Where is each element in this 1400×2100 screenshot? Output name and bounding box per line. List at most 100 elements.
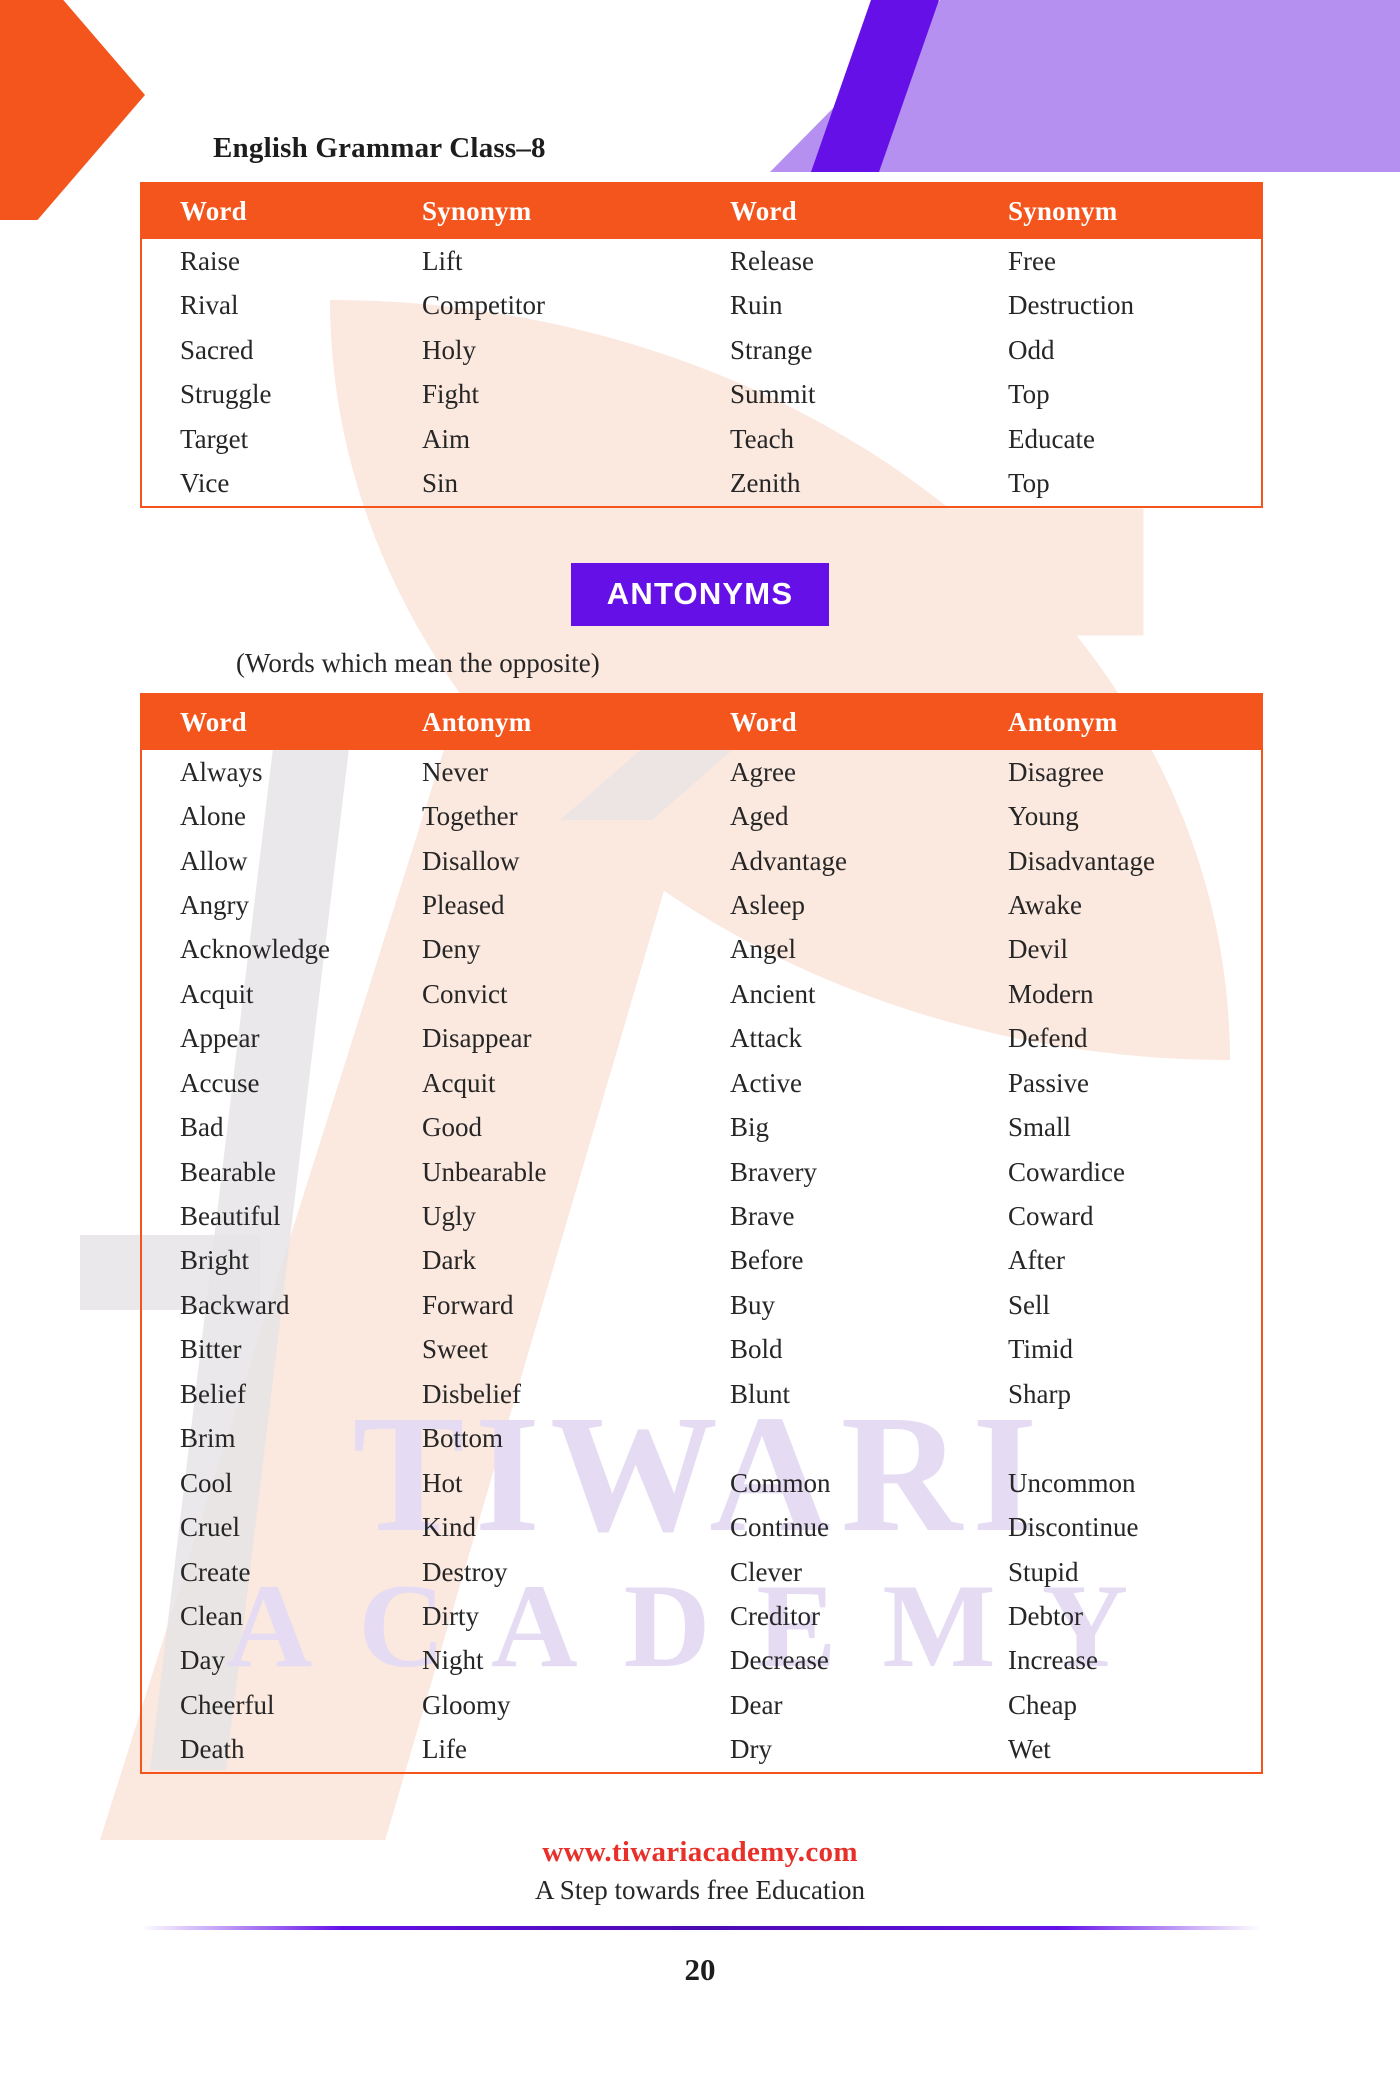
table-row-cell: Ruin (730, 290, 783, 321)
table-row: Target Aim Teach Educate (141, 417, 1262, 461)
antonyms-col-word-1: Word (141, 693, 384, 750)
table-row: Always Never Agree Disagree (141, 750, 1262, 794)
table-row: Vice Sin Zenith Top (141, 461, 1262, 506)
table-row-cell: After (1008, 1245, 1065, 1276)
table-row-cell: Dry (730, 1734, 772, 1765)
table-row-cell: Good (422, 1112, 482, 1143)
table-row-cell: Bravery (730, 1156, 817, 1187)
table-row-cell: Backward (180, 1289, 290, 1320)
antonyms-table-head: Word Antonym Word Antonym (141, 693, 1262, 750)
table-row-cell: Young (1008, 801, 1079, 832)
synonyms-header-row: Word Synonym Word Synonym (141, 183, 1262, 239)
antonyms-col-word-2: Word (692, 693, 970, 750)
table-row-cell: Before (730, 1245, 804, 1276)
table-row-cell: Lift (422, 246, 463, 276)
table-row-cell: Appear (180, 1023, 260, 1054)
table-row-cell: Hot (422, 1467, 463, 1498)
table-row: Acquit Convict Ancient Modern (141, 972, 1262, 1016)
table-row-cell: Ugly (422, 1201, 476, 1231)
table-row: Clean Dirty Creditor Debtor (141, 1594, 1262, 1638)
table-row-cell: Debtor (1008, 1600, 1083, 1631)
synonyms-col-word-2: Word (692, 183, 970, 239)
table-row: Day Night Decrease Increase (141, 1638, 1262, 1682)
table-row-cell: Defend (1008, 1023, 1088, 1054)
table-row-cell: Cheap (1008, 1689, 1077, 1720)
table-row-cell: Teach (730, 423, 795, 454)
table-row-cell: Bold (730, 1334, 783, 1365)
table-row-cell: Cruel (180, 1512, 240, 1543)
table-row-cell: Aged (730, 801, 789, 832)
footer-divider (140, 1925, 1261, 1930)
table-row: Rival Competitor Ruin Destruction (141, 283, 1262, 327)
table-row-cell: Bitter (180, 1334, 242, 1365)
table-row-cell: Gloomy (422, 1689, 511, 1720)
table-row-cell: Together (422, 801, 518, 832)
table-row-cell: Devil (1008, 934, 1068, 965)
table-row-cell: Unbearable (422, 1156, 547, 1187)
antonyms-table-body: Always Never Agree Disagree Alone Together Age… (141, 750, 1262, 1773)
antonyms-banner: ANTONYMS (570, 562, 830, 626)
table-row-cell: Sacred (180, 334, 254, 365)
table-row-cell: Decrease (730, 1645, 829, 1676)
table-row-cell: Big (730, 1112, 770, 1143)
table-row-cell: Wet (1008, 1734, 1051, 1765)
table-row: Appear Disappear Attack Defend (141, 1016, 1262, 1060)
table-row-cell: Never (422, 756, 488, 787)
table-row: Cheerful Gloomy Dear Cheap (141, 1683, 1262, 1727)
table-row-cell: Brim (180, 1423, 236, 1454)
table-row: Bearable Unbearable Bravery Cowardice (141, 1150, 1262, 1194)
table-row: Backward Forward Buy Sell (141, 1283, 1262, 1327)
table-row-cell: Competitor (422, 290, 545, 321)
table-row: Bitter Sweet Bold Timid (141, 1327, 1262, 1371)
table-row-cell: Holy (422, 334, 476, 365)
table-row-cell: Creditor (730, 1600, 820, 1631)
table-row-cell: Beautiful (180, 1201, 281, 1231)
table-row-cell: Strange (730, 334, 813, 365)
table-row: Sacred Holy Strange Odd (141, 328, 1262, 372)
table-row-cell (970, 1416, 1262, 1460)
synonyms-col-synonym-2: Synonym (970, 183, 1262, 239)
table-row-cell: Angel (730, 934, 796, 965)
page-body: Word Synonym Word Synonym Raise Lift Relea… (0, 182, 1400, 1988)
table-row-cell: Acquit (422, 1067, 496, 1098)
table-row-cell: Clean (180, 1600, 243, 1631)
table-row-cell: Top (1008, 379, 1050, 410)
table-row-cell: Coward (1008, 1201, 1094, 1231)
table-row-cell: Agree (730, 756, 796, 787)
page-title: English Grammar Class–8 (213, 132, 546, 164)
table-row: Bright Dark Before After (141, 1238, 1262, 1282)
table-row-cell: Always (180, 756, 263, 787)
table-row-cell: Dark (422, 1245, 476, 1276)
table-row-cell: Bearable (180, 1156, 276, 1187)
table-row-cell: Convict (422, 978, 508, 1009)
table-row-cell: Sell (1008, 1289, 1051, 1320)
table-row-cell: Struggle (180, 379, 272, 410)
page-footer: www.tiwariacademy.com A Step towards fre… (140, 1836, 1260, 1906)
table-row-cell: Allow (180, 845, 248, 876)
table-row: Death Life Dry Wet (141, 1727, 1262, 1772)
footer-website-link[interactable]: www.tiwariacademy.com (140, 1836, 1260, 1869)
table-row: Raise Lift Release Free (141, 239, 1262, 283)
table-row-cell: Disbelief (422, 1378, 521, 1409)
table-row-cell: Death (180, 1734, 245, 1765)
table-row-cell: Dirty (422, 1600, 479, 1631)
antonyms-col-antonym-2: Antonym (970, 693, 1262, 750)
table-row: Accuse Acquit Active Passive (141, 1061, 1262, 1105)
table-row-cell: Rival (180, 290, 239, 321)
table-row-cell: Deny (422, 934, 481, 965)
table-row: Belief Disbelief Blunt Sharp (141, 1372, 1262, 1416)
table-row-cell: Modern (1008, 978, 1094, 1009)
table-row-cell: Zenith (730, 468, 801, 499)
table-row-cell: Forward (422, 1289, 514, 1320)
table-row-cell: Destroy (422, 1556, 508, 1587)
table-row-cell: Acquit (180, 978, 254, 1009)
antonyms-col-antonym-1: Antonym (384, 693, 692, 750)
table-row-cell: Sweet (422, 1334, 488, 1365)
table-row: Bad Good Big Small (141, 1105, 1262, 1149)
table-row: Cruel Kind Continue Discontinue (141, 1505, 1262, 1549)
table-row-cell: Bright (180, 1245, 250, 1276)
table-row-cell: Discontinue (1008, 1512, 1139, 1543)
table-row-cell: Awake (1008, 889, 1082, 920)
table-row-cell: Acknowledge (180, 934, 330, 965)
table-row-cell: Disappear (422, 1023, 532, 1054)
